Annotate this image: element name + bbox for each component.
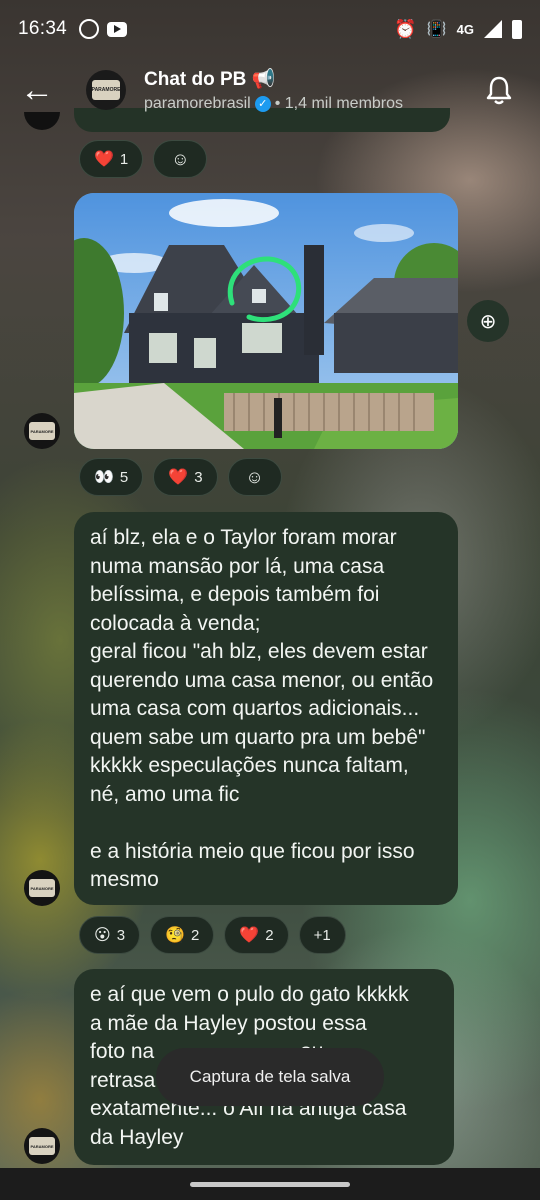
- channel-avatar[interactable]: PARAMORE: [86, 70, 126, 110]
- home-gesture-handle[interactable]: [190, 1181, 350, 1187]
- reaction-chip[interactable]: ❤️ 1: [79, 140, 144, 178]
- back-button[interactable]: ←: [0, 58, 74, 122]
- navigation-bar: [0, 1168, 540, 1200]
- message-text: aí blz, ela e o Taylor foram morar numa …: [90, 526, 434, 891]
- reaction-row: ❤️ 1 ☺: [79, 140, 208, 178]
- alarm-icon: ⏰: [394, 18, 417, 39]
- verified-icon: ✓: [254, 96, 271, 112]
- member-count: • 1,4 mil membros: [274, 95, 404, 112]
- battery-icon: [512, 19, 522, 39]
- toast-notification: Captura de tela salva: [156, 1048, 384, 1106]
- channel-info[interactable]: Chat do PB 📢 paramorebrasil ✓ • 1,4 mil …: [144, 67, 403, 113]
- forward-button[interactable]: ⊕: [467, 300, 509, 342]
- message-list[interactable]: ❤️ 1 ☺ ⊕ PARAMORE 👀 5 ❤️ 3 ☺ aí blz, ela…: [0, 0, 540, 1200]
- signal-icon: [484, 20, 502, 38]
- reaction-chip[interactable]: ❤️ 2: [224, 916, 289, 954]
- avatar[interactable]: PARAMORE: [24, 1128, 60, 1164]
- back-arrow-icon: ←: [20, 70, 54, 109]
- notification-bell-button[interactable]: [484, 75, 514, 105]
- reaction-chip[interactable]: 😮 3: [79, 916, 141, 954]
- status-time: 16:34: [18, 18, 68, 39]
- network-type: 4G: [456, 21, 474, 37]
- channel-header: ← PARAMORE Chat do PB 📢 paramorebrasil ✓…: [0, 58, 540, 122]
- add-emoji-icon: ☺: [245, 466, 264, 487]
- add-reaction-button[interactable]: ☺: [153, 140, 208, 178]
- bell-icon: [486, 76, 512, 105]
- channel-subtitle: paramorebrasil ✓ • 1,4 mil membros: [144, 95, 403, 113]
- forward-icon: ⊕: [479, 310, 497, 333]
- house-photo: [74, 193, 458, 449]
- add-reaction-button[interactable]: ☺: [227, 458, 282, 496]
- avatar[interactable]: PARAMORE: [24, 870, 60, 906]
- youtube-icon: [107, 21, 128, 37]
- reaction-row: 👀 5 ❤️ 3 ☺: [79, 458, 282, 496]
- vibrate-icon: 📳: [426, 21, 447, 38]
- whatsapp-icon: [79, 19, 100, 39]
- reaction-chip[interactable]: 👀 5: [79, 458, 144, 496]
- channel-title: Chat do PB 📢: [144, 69, 276, 90]
- reaction-chip[interactable]: 🧐 2: [150, 916, 215, 954]
- add-emoji-icon: ☺: [171, 148, 190, 169]
- image-message[interactable]: [74, 193, 458, 449]
- avatar[interactable]: PARAMORE: [24, 413, 60, 449]
- text-message[interactable]: aí blz, ela e o Taylor foram morar numa …: [74, 512, 458, 905]
- reaction-row: 😮 3 🧐 2 ❤️ 2 +1: [79, 916, 346, 954]
- more-reactions-chip[interactable]: +1: [298, 916, 346, 954]
- channel-handle: paramorebrasil: [144, 95, 251, 112]
- status-bar: 16:34 ⏰ 📳 4G: [0, 0, 540, 58]
- reaction-chip[interactable]: ❤️ 3: [153, 458, 218, 496]
